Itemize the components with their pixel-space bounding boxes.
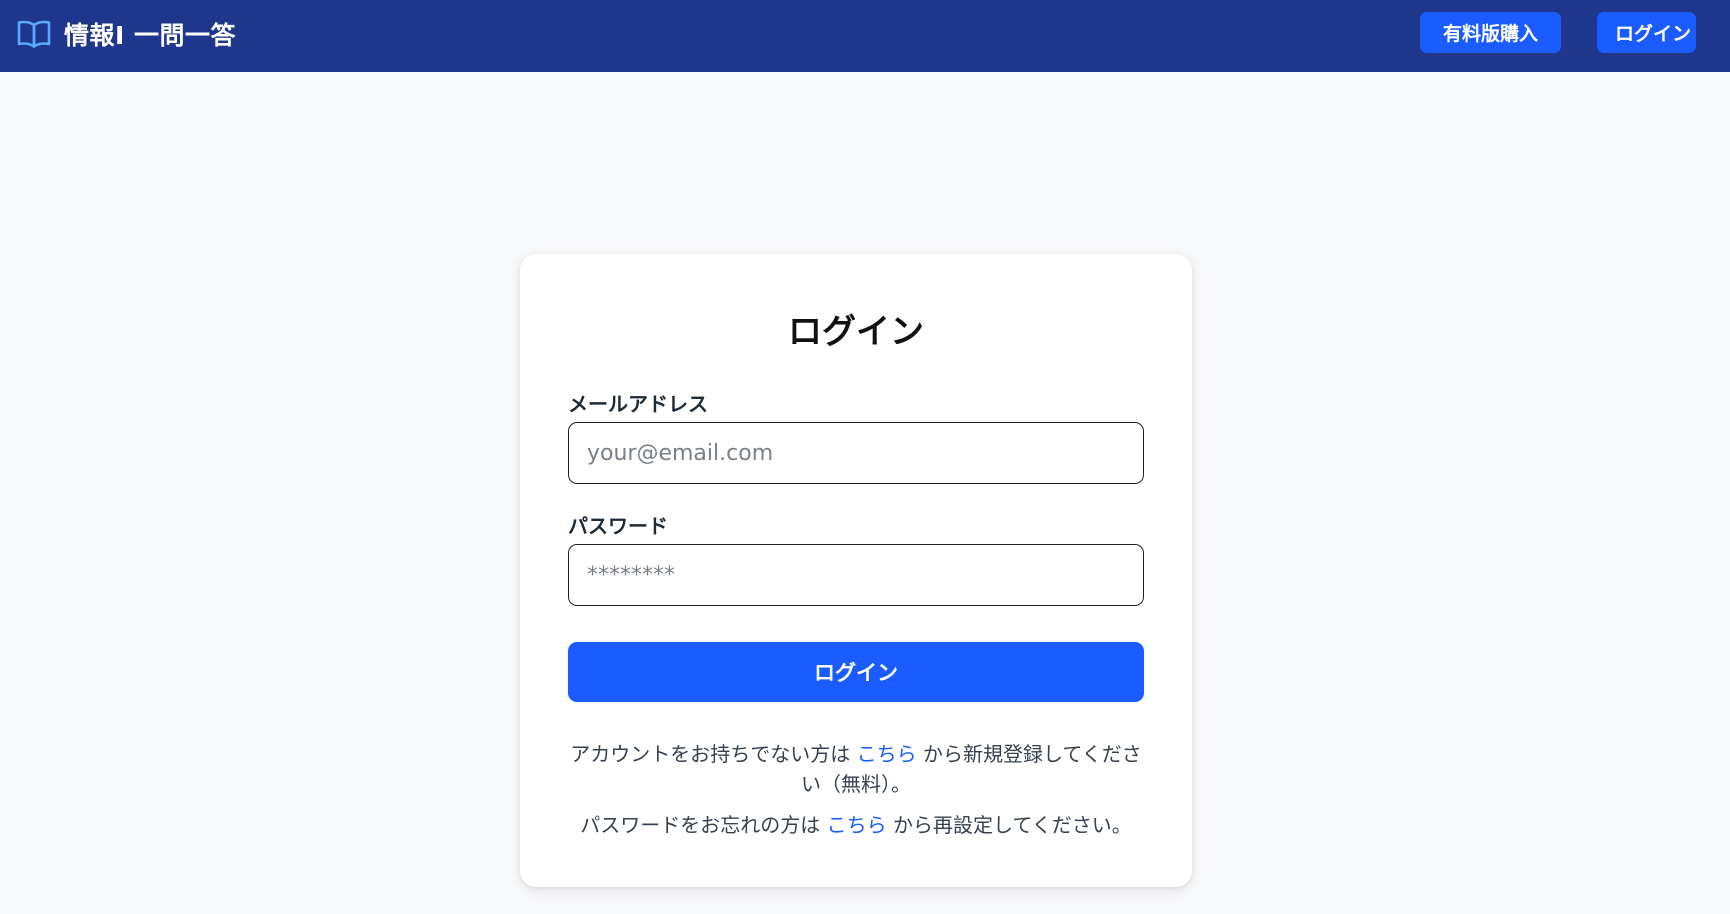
purchase-button[interactable]: 有料版購入	[1420, 12, 1561, 53]
password-label: パスワード	[568, 514, 668, 538]
login-submit-button[interactable]: ログイン	[568, 642, 1144, 702]
brand[interactable]: 情報Ⅰ 一問一答	[16, 16, 236, 52]
book-icon	[16, 17, 52, 51]
email-input[interactable]	[568, 422, 1144, 484]
app-title: 情報Ⅰ 一問一答	[64, 21, 237, 50]
password-reset-note: パスワードをお忘れの方は こちら から再設定してください。	[568, 810, 1144, 840]
register-note-prefix: アカウントをお持ちでない方は	[570, 742, 851, 766]
login-title: ログイン	[788, 312, 924, 352]
header-login-button[interactable]: ログイン	[1597, 12, 1696, 53]
password-input[interactable]	[568, 544, 1144, 606]
password-reset-link[interactable]: こちら	[827, 813, 887, 837]
register-note: アカウントをお持ちでない方は こちら から新規登録してください（無料）。	[568, 739, 1144, 799]
register-note-suffix: から新規登録してください（無料）。	[801, 742, 1142, 796]
login-card: ログイン メールアドレス パスワード ログイン アカウントをお持ちでない方は こ…	[520, 254, 1192, 887]
reset-note-prefix: パスワードをお忘れの方は	[580, 813, 821, 837]
email-label: メールアドレス	[568, 392, 708, 416]
top-navigation-bar: 情報Ⅰ 一問一答 有料版購入 ログイン	[0, 0, 1730, 72]
register-link[interactable]: こちら	[857, 742, 917, 766]
reset-note-suffix: から再設定してください。	[892, 813, 1132, 837]
